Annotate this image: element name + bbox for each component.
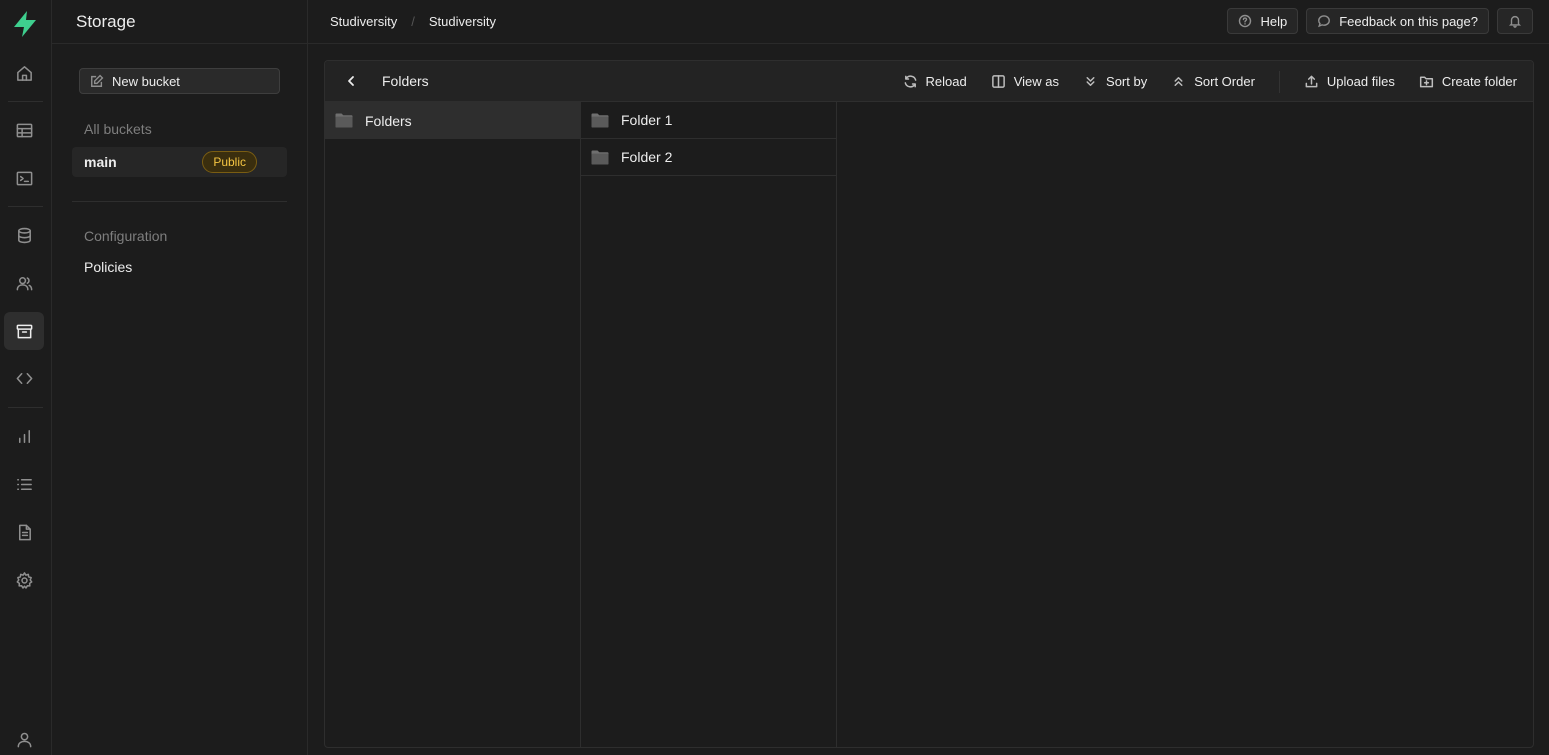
sort-by-label: Sort by [1106, 74, 1148, 89]
storage-side-menu: Storage New bucket All buckets main Publ… [52, 0, 308, 755]
upload-icon [1305, 75, 1318, 88]
feedback-button[interactable]: Feedback on this page? [1306, 8, 1489, 34]
explorer-column-folders: Folder 1 Folder 2 [581, 102, 837, 747]
help-icon [1239, 14, 1252, 28]
all-buckets-label: All buckets [84, 121, 152, 137]
help-button[interactable]: Help [1227, 8, 1299, 34]
folder-name: Folder 1 [621, 112, 673, 128]
breadcrumb-org[interactable]: Studiversity [330, 14, 397, 29]
api-docs-icon[interactable] [4, 513, 44, 551]
back-button[interactable] [343, 73, 359, 89]
upload-files-button[interactable]: Upload files [1304, 74, 1395, 89]
notifications-button[interactable] [1497, 8, 1533, 34]
toolbar-divider [1278, 70, 1280, 93]
new-bucket-button[interactable]: New bucket [79, 68, 280, 94]
sort-by-button[interactable]: Sort by [1083, 74, 1147, 89]
create-folder-label: Create folder [1441, 74, 1517, 89]
breadcrumb-project[interactable]: Studiversity [429, 14, 496, 29]
upload-files-label: Upload files [1326, 74, 1395, 89]
sort-order-label: Sort Order [1194, 74, 1255, 89]
reload-label: Reload [925, 74, 967, 89]
bucket-item-main[interactable]: main Public [72, 147, 287, 177]
view-as-button[interactable]: View as [991, 74, 1059, 89]
sort-order-button[interactable]: Sort Order [1171, 74, 1255, 89]
explorer-header: Folders Reload View as Sort by Sort Orde… [325, 61, 1533, 102]
icon-rail [0, 0, 52, 755]
storage-icon[interactable] [4, 312, 44, 350]
sql-editor-icon[interactable] [4, 159, 44, 197]
create-folder-button[interactable]: Create folder [1419, 74, 1517, 89]
divider [72, 201, 287, 202]
file-explorer: Folders Reload View as Sort by Sort Orde… [324, 60, 1534, 748]
chat-icon [1318, 15, 1331, 28]
columns-icon [991, 75, 1005, 88]
settings-icon[interactable] [4, 561, 44, 599]
reports-icon[interactable] [4, 417, 44, 455]
configuration-label: Configuration [84, 228, 168, 244]
reload-button[interactable]: Reload [903, 74, 967, 89]
bucket-name: main [84, 154, 117, 170]
refresh-icon [904, 75, 916, 88]
view-as-label: View as [1013, 74, 1060, 89]
chevron-left-icon [348, 76, 354, 86]
folder-row-2[interactable]: Folder 2 [581, 139, 836, 176]
folder-name: Folders [365, 112, 412, 129]
folder-name: Folder 2 [621, 149, 673, 165]
folder-row-1[interactable]: Folder 1 [581, 102, 836, 139]
explorer-column-root: Folders [325, 102, 581, 747]
folder-plus-icon [1419, 76, 1433, 88]
chevrons-down-icon [1086, 77, 1095, 86]
edit-icon [91, 74, 104, 87]
home-icon[interactable] [4, 54, 44, 92]
breadcrumb-separator: / [411, 14, 415, 29]
new-bucket-label: New bucket [112, 73, 180, 89]
main-content: Studiversity / Studiversity Help Feedbac… [308, 0, 1549, 755]
feedback-label: Feedback on this page? [1339, 13, 1478, 29]
folder-icon [591, 113, 609, 128]
side-header: Storage [52, 0, 307, 44]
top-bar: Studiversity / Studiversity Help Feedbac… [308, 0, 1549, 44]
explorer-actions: Reload View as Sort by Sort Order Upload… [879, 61, 1517, 102]
policies-link[interactable]: Policies [84, 259, 132, 275]
folder-row-folders[interactable]: Folders [325, 102, 580, 139]
folder-icon [335, 113, 353, 128]
bell-icon [1508, 15, 1522, 28]
edge-functions-icon[interactable] [4, 359, 44, 397]
logs-icon[interactable] [4, 465, 44, 503]
chevrons-up-icon [1174, 77, 1183, 86]
user-icon[interactable] [4, 720, 44, 755]
table-editor-icon[interactable] [4, 111, 44, 149]
logo-icon[interactable] [10, 9, 40, 39]
top-actions: Help Feedback on this page? [1227, 8, 1533, 34]
auth-icon[interactable] [4, 264, 44, 302]
app-window: Storage New bucket All buckets main Publ… [0, 0, 1549, 755]
explorer-title: Folders [382, 73, 429, 89]
database-icon[interactable] [4, 216, 44, 254]
public-badge: Public [202, 151, 257, 173]
help-label: Help [1260, 13, 1288, 29]
side-title: Storage [76, 11, 136, 31]
breadcrumb: Studiversity / Studiversity [330, 14, 496, 29]
folder-icon [591, 150, 609, 165]
